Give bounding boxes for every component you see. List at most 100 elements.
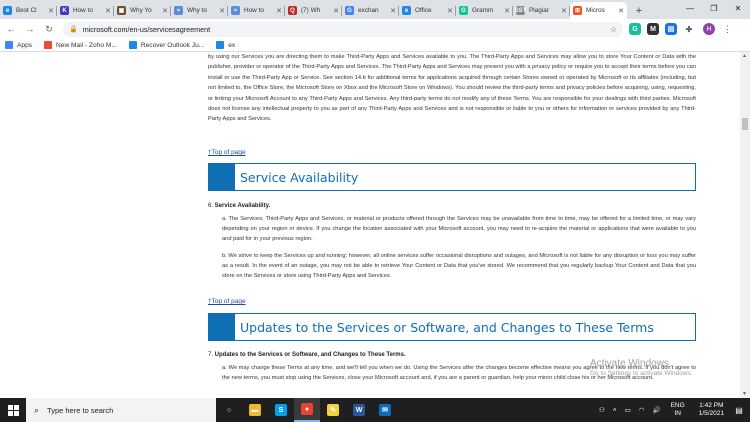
browser-tab[interactable]: e Office ✕	[399, 2, 456, 19]
new-tab-button[interactable]: +	[631, 2, 647, 19]
browser-tab[interactable]: e Best Cl ✕	[0, 2, 57, 19]
bookmarks-bar: Apps New Mail - Zoho M... Recover Outlook …	[0, 39, 750, 52]
section-title: Updates to the Services or Software, and…	[240, 319, 654, 335]
mail-extension-icon[interactable]: M	[647, 23, 659, 35]
scrollbar-thumb[interactable]	[742, 118, 748, 130]
tab-close-icon[interactable]: ✕	[504, 7, 510, 15]
forward-button[interactable]: →	[22, 21, 38, 37]
start-button[interactable]	[0, 398, 26, 422]
apps-grid-icon	[5, 41, 13, 49]
tab-close-icon[interactable]: ✕	[333, 7, 339, 15]
extensions-puzzle-icon[interactable]: ✚	[683, 23, 695, 35]
wifi-icon[interactable]: ◠	[639, 406, 645, 414]
browser-tab[interactable]: G Gramm ✕	[456, 2, 513, 19]
file-explorer-icon[interactable]: ▬	[242, 398, 268, 422]
region-code: IN	[674, 410, 681, 417]
section-title: Service Availability	[240, 169, 359, 185]
tab-favicon-icon: G	[345, 6, 354, 15]
network-icon[interactable]: ▭	[625, 406, 631, 414]
tab-title: How to	[244, 7, 264, 14]
intro-paragraph-block: by using our Services you are directing …	[208, 52, 696, 125]
skype-icon[interactable]: S	[268, 398, 294, 422]
page-scrollbar[interactable]: ▲ ▼	[740, 52, 750, 398]
taskbar-search-box[interactable]: ⌕ Type here to search	[26, 398, 216, 422]
windows-logo-icon	[7, 404, 19, 416]
tab-title: How to	[73, 7, 93, 14]
notifications-icon[interactable]: ▤	[732, 406, 746, 415]
browser-tab[interactable]: Q (7) Wh ✕	[285, 2, 342, 19]
clause-number: 7.	[208, 352, 215, 358]
tab-favicon-icon: G	[459, 6, 468, 15]
chrome-icon[interactable]: ●	[294, 398, 320, 422]
browser-tab[interactable]: SST Plagiar ✕	[513, 2, 570, 19]
grammarly-extension-icon[interactable]: G	[629, 23, 641, 35]
browser-tab[interactable]: ▣ Why Yo ✕	[114, 2, 171, 19]
scroll-up-arrow-icon[interactable]: ▲	[742, 53, 747, 59]
tab-close-icon[interactable]: ✕	[219, 7, 225, 15]
bookmark-item[interactable]: ex	[216, 41, 235, 49]
tab-title: Plagiar	[529, 7, 549, 14]
top-link-wrap-1: †Top of page	[208, 141, 696, 159]
tab-close-icon[interactable]: ✕	[390, 7, 396, 15]
tab-favicon-icon: ▣	[117, 6, 126, 15]
taskbar-app-glyph: ✉	[379, 404, 391, 416]
mail-icon[interactable]: ✉	[372, 398, 398, 422]
minimize-button[interactable]: —	[678, 0, 702, 17]
tab-title: Why Yo	[130, 7, 152, 14]
volume-icon[interactable]: 🔊	[653, 406, 661, 414]
section-updates: Updates to the Services or Software, and…	[208, 313, 696, 341]
tab-close-icon[interactable]: ✕	[561, 7, 567, 15]
profile-avatar[interactable]: H	[703, 23, 715, 35]
reload-button[interactable]: ↻	[41, 21, 57, 37]
tab-favicon-icon: SST	[514, 6, 527, 15]
bookmark-item[interactable]: New Mail - Zoho M...	[44, 41, 117, 49]
bookmark-favicon-icon	[128, 41, 137, 49]
bookmark-item[interactable]: Recover Outlook Ju...	[128, 41, 204, 49]
input-language[interactable]: ENG IN	[671, 402, 685, 418]
intro-paragraph: by using our Services you are directing …	[208, 54, 696, 123]
restore-button[interactable]: ❐	[702, 0, 726, 17]
tab-title: exchan	[358, 7, 379, 14]
address-bar[interactable]: 🔒 microsoft.com/en-us/servicesagreement …	[63, 21, 623, 37]
people-icon[interactable]: ⚇	[599, 406, 605, 414]
chrome-menu-icon[interactable]: ⋮	[723, 24, 732, 35]
close-window-button[interactable]: ✕	[726, 0, 750, 17]
task-view-icon[interactable]: ○	[216, 398, 242, 422]
sticky-notes-icon[interactable]: ✎	[320, 398, 346, 422]
taskbar-clock[interactable]: 1:42 PM 1/5/2021	[699, 402, 724, 418]
word-icon[interactable]: W	[346, 398, 372, 422]
browser-tab[interactable]: Gexchan ✕	[342, 2, 399, 19]
tab-title: Micros	[586, 7, 605, 14]
bookmark-item[interactable]: Apps	[5, 41, 32, 49]
tab-favicon-icon: e	[402, 6, 411, 15]
bookmark-star-icon[interactable]: ☆	[610, 25, 617, 34]
tab-close-icon[interactable]: ✕	[105, 7, 111, 15]
top-of-page-link[interactable]: †Top of page	[208, 298, 246, 305]
tab-close-icon[interactable]: ✕	[618, 7, 624, 15]
tab-close-icon[interactable]: ✕	[447, 7, 453, 15]
top-of-page-link[interactable]: †Top of page	[208, 149, 246, 156]
browser-tab[interactable]: ≈ How to ✕	[228, 2, 285, 19]
scroll-down-arrow-icon[interactable]: ▼	[742, 391, 747, 397]
tab-favicon-icon: e	[3, 6, 12, 15]
section-header-accent	[209, 314, 235, 340]
tab-favicon-icon: ≈	[174, 6, 183, 15]
browser-tab[interactable]: ≈ Why to ✕	[171, 2, 228, 19]
browser-tab[interactable]: K How to ✕	[57, 2, 114, 19]
section-header: Updates to the Services or Software, and…	[208, 313, 696, 341]
clause-6: 6. Service Availability.	[208, 203, 696, 209]
taskbar-app-glyph: ▬	[249, 404, 261, 416]
bookmark-label: New Mail - Zoho M...	[56, 41, 117, 49]
tab-close-icon[interactable]: ✕	[276, 7, 282, 15]
tab-close-icon[interactable]: ✕	[162, 7, 168, 15]
tab-title: Why to	[187, 7, 207, 14]
back-button[interactable]: ←	[3, 21, 19, 37]
top-link-wrap-2: †Top of page	[208, 290, 696, 308]
clock-date: 1/5/2021	[698, 410, 724, 417]
show-hidden-icons-icon[interactable]: ˄	[613, 407, 617, 414]
tab-title: Best Cl	[16, 7, 37, 14]
search-icon: ⌕	[34, 404, 40, 415]
tab-close-icon[interactable]: ✕	[48, 7, 54, 15]
extension-icon[interactable]: ▤	[665, 23, 677, 35]
browser-tab[interactable]: ⊞ Micros ✕	[570, 2, 627, 19]
